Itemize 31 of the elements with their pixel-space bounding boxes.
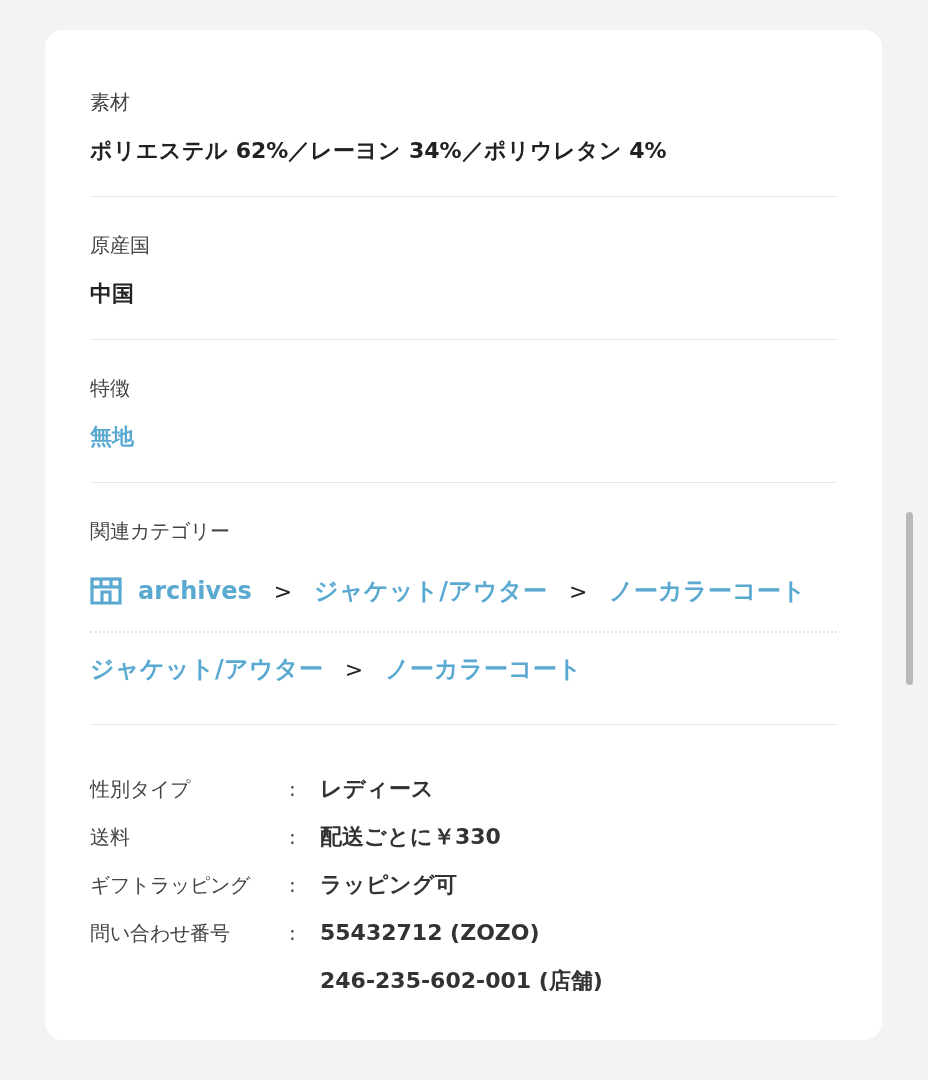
category-link[interactable]: ノーカラーコート — [609, 575, 807, 607]
breadcrumb-separator: > — [568, 578, 589, 604]
section-value: 中国 — [90, 280, 134, 308]
category-link[interactable]: ジャケット/アウター — [314, 575, 547, 607]
section-label: 素材 — [90, 89, 131, 116]
scrollbar-thumb[interactable] — [905, 512, 913, 685]
shop-link[interactable]: archives — [90, 577, 252, 605]
detail-colon: : — [288, 920, 297, 947]
section-label: 原産国 — [90, 232, 151, 259]
section-label: 特徴 — [90, 375, 131, 402]
detail-label: 性別タイプ — [90, 776, 192, 803]
feature-link[interactable]: 無地 — [90, 422, 134, 452]
shop-name: archives — [138, 577, 252, 605]
detail-value: レディース — [320, 775, 435, 803]
detail-value: 246-235-602-001 (店舗) — [320, 967, 604, 995]
store-icon — [90, 577, 122, 605]
detail-colon: : — [288, 824, 297, 851]
detail-colon: : — [288, 776, 297, 803]
section-value: ポリエステル 62%／レーヨン 34%／ポリウレタン 4% — [90, 137, 667, 165]
section-label: 関連カテゴリー — [90, 518, 231, 545]
breadcrumb-separator: > — [272, 578, 294, 604]
detail-value: 配送ごとに￥330 — [320, 823, 502, 851]
detail-label: ギフトラッピング — [90, 872, 251, 899]
detail-value: 55432712 (ZOZO) — [320, 919, 541, 947]
breadcrumb-separator: > — [343, 656, 365, 682]
category-link[interactable]: ジャケット/アウター — [90, 653, 323, 685]
category-link[interactable]: ノーカラーコート — [385, 653, 583, 685]
detail-label: 送料 — [90, 824, 131, 851]
detail-value: ラッピング可 — [320, 871, 458, 899]
detail-colon: : — [288, 872, 297, 899]
detail-label: 問い合わせ番号 — [90, 920, 231, 947]
